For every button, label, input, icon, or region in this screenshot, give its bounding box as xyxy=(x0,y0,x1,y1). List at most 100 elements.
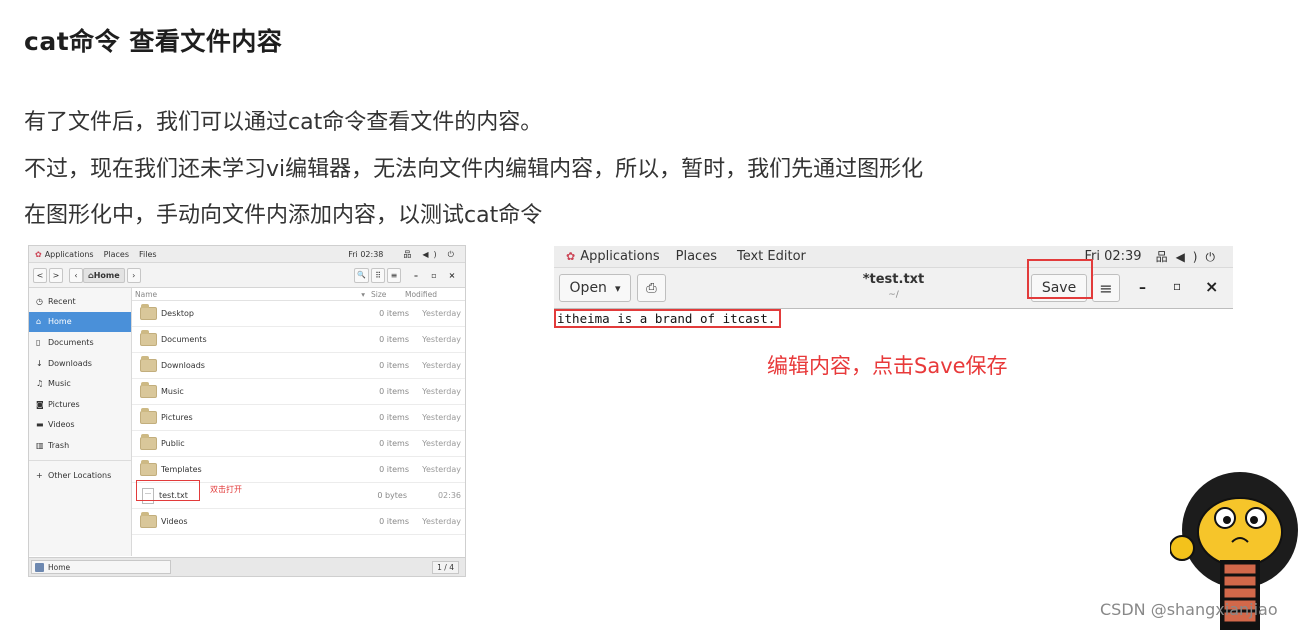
editor-window: ✿ Applications Places Text Editor Fri 02… xyxy=(554,246,1233,310)
file-modified: Yesterday xyxy=(422,361,461,370)
file-modified: 02:36 xyxy=(437,491,461,500)
files-statusbar: Home 1 / 4 xyxy=(29,557,465,576)
back-button[interactable]: < xyxy=(33,267,47,283)
folder-icon xyxy=(140,460,157,476)
file-name: Music xyxy=(161,387,184,396)
file-modified: Yesterday xyxy=(422,413,461,422)
home-window-tab[interactable]: Home xyxy=(31,560,171,574)
sidebar-divider xyxy=(29,459,131,461)
editor-headerbar: Open ▾ ⎙ *test.txt ~/ Save ≡ – ▫ × xyxy=(554,259,1233,309)
column-name[interactable]: Name ▾ xyxy=(132,290,371,299)
sidebar-item-downloads[interactable]: ↓ Downloads xyxy=(29,353,131,374)
files-sidebar: ◷ Recent ⌂ Home ▯ Documents ↓ Downloads ♫ Mus… xyxy=(29,288,132,556)
forward-button[interactable]: > xyxy=(49,267,63,283)
file-name: Pictures xyxy=(161,413,193,422)
file-row[interactable]: Documents 0 items Yesterday xyxy=(132,327,465,353)
file-size: 0 items xyxy=(379,465,409,474)
document-icon: ▯ xyxy=(36,337,41,347)
file-row[interactable]: Videos 0 items Yesterday xyxy=(132,509,465,535)
file-size: 0 items xyxy=(379,439,409,448)
sidebar-item-recent[interactable]: ◷ Recent xyxy=(29,291,131,312)
column-name-label: Name xyxy=(135,289,158,299)
file-row[interactable]: Pictures 0 items Yesterday xyxy=(132,405,465,431)
new-document-button[interactable]: ⎙ xyxy=(637,274,666,302)
open-label: Open xyxy=(569,280,607,296)
folder-icon xyxy=(140,382,157,398)
menu-button[interactable]: ≡ xyxy=(387,267,401,283)
applications-menu[interactable]: Applications xyxy=(580,249,659,264)
column-size[interactable]: Size xyxy=(371,290,405,299)
file-size: 0 items xyxy=(379,413,409,422)
sidebar-item-label: Pictures xyxy=(48,399,80,409)
sort-arrow-icon: ▾ xyxy=(361,289,365,299)
sidebar-item-trash[interactable]: ▥ Trash xyxy=(29,435,131,456)
volume-icon: ◀) xyxy=(422,249,442,259)
file-modified: Yesterday xyxy=(422,335,461,344)
system-icons[interactable]: 品◀)⏻ xyxy=(1156,248,1223,265)
files-toolbar: < > ‹ ⌂ Home › 🔍 ⠿ ≡ – ▫ × xyxy=(29,263,465,288)
file-size: 0 bytes xyxy=(377,491,407,500)
sidebar-item-label: Videos xyxy=(48,420,75,430)
file-name: Downloads xyxy=(161,361,205,370)
file-list-header: Name ▾ Size Modified xyxy=(132,288,465,301)
file-size: 0 items xyxy=(379,361,409,370)
power-icon: ⏻ xyxy=(447,249,459,259)
maximize-button[interactable]: ▫ xyxy=(425,271,443,280)
file-row[interactable]: Downloads 0 items Yesterday xyxy=(132,353,465,379)
path-left-button[interactable]: ‹ xyxy=(69,267,83,283)
window-icon xyxy=(35,562,44,572)
sidebar-item-label: Downloads xyxy=(48,358,92,368)
editor-topbar: ✿ Applications Places Text Editor Fri 02… xyxy=(554,246,1233,268)
column-modified[interactable]: Modified xyxy=(405,290,437,299)
clock[interactable]: Fri 02:39 xyxy=(1084,249,1141,264)
workspace-indicator[interactable]: 1 / 4 xyxy=(432,560,459,574)
places-menu[interactable]: Places xyxy=(104,250,129,259)
search-button[interactable]: 🔍 xyxy=(354,267,369,283)
file-row[interactable]: Public 0 items Yesterday xyxy=(132,431,465,457)
minimize-button[interactable]: – xyxy=(407,271,425,280)
file-modified: Yesterday xyxy=(422,465,461,474)
files-app-menu[interactable]: Files xyxy=(139,250,157,259)
clock[interactable]: Fri 02:38 xyxy=(348,250,383,259)
editor-text-area[interactable]: itheima is a brand of itcast. xyxy=(554,309,782,328)
close-button[interactable]: × xyxy=(443,271,461,280)
apps-icon: ✿ xyxy=(566,250,576,263)
file-row[interactable]: Music 0 items Yesterday xyxy=(132,379,465,405)
file-name: Videos xyxy=(161,517,188,526)
trash-icon: ▥ xyxy=(36,440,44,450)
file-modified: Yesterday xyxy=(422,387,461,396)
maximize-button[interactable]: ▫ xyxy=(1173,279,1181,293)
paragraph-1: 有了文件后，我们可以通过cat命令查看文件的内容。 xyxy=(24,110,543,135)
folder-icon xyxy=(140,356,157,372)
path-right-button[interactable]: › xyxy=(126,267,141,283)
file-name: Desktop xyxy=(161,309,194,318)
minimize-button[interactable]: – xyxy=(1139,280,1146,296)
path-home-label: Home xyxy=(93,270,120,280)
sidebar-item-label: Music xyxy=(48,379,71,389)
sidebar-item-videos[interactable]: ▬ Videos xyxy=(29,415,131,436)
page-title: cat命令 查看文件内容 xyxy=(24,27,283,56)
open-button[interactable]: Open ▾ xyxy=(559,274,631,302)
system-icons[interactable]: 品◀)⏻ xyxy=(397,249,459,260)
sidebar-item-pictures[interactable]: ◙ Pictures xyxy=(29,394,131,415)
menu-button[interactable]: ≡ xyxy=(1092,274,1120,302)
sidebar-item-other-locations[interactable]: + Other Locations xyxy=(29,465,131,486)
file-row[interactable]: Desktop 0 items Yesterday xyxy=(132,301,465,327)
view-grid-button[interactable]: ⠿ xyxy=(371,267,385,283)
sidebar-item-label: Documents xyxy=(48,337,94,347)
paragraph-2: 不过，现在我们还未学习vi编辑器，无法向文件内编辑内容，所以，暂时，我们先通过图… xyxy=(24,157,924,182)
grid-icon: ⠿ xyxy=(375,270,381,280)
sidebar-item-documents[interactable]: ▯ Documents xyxy=(29,332,131,353)
path-home-button[interactable]: ⌂ Home xyxy=(83,267,125,283)
places-menu[interactable]: Places xyxy=(676,249,717,264)
menu-icon: ≡ xyxy=(390,270,398,280)
applications-menu[interactable]: Applications xyxy=(45,250,94,259)
close-button[interactable]: × xyxy=(1205,277,1218,296)
sidebar-item-music[interactable]: ♫ Music xyxy=(29,373,131,394)
files-topbar: ✿ Applications Places Files Fri 02:38 品 ◀… xyxy=(29,246,465,263)
sidebar-item-home[interactable]: ⌂ Home xyxy=(29,311,131,333)
text-editor-app-menu[interactable]: Text Editor xyxy=(737,249,806,264)
camera-icon: ◙ xyxy=(36,399,44,409)
file-list: Name ▾ Size Modified Desktop 0 items Yester… xyxy=(132,288,465,556)
download-icon: ↓ xyxy=(36,358,43,368)
